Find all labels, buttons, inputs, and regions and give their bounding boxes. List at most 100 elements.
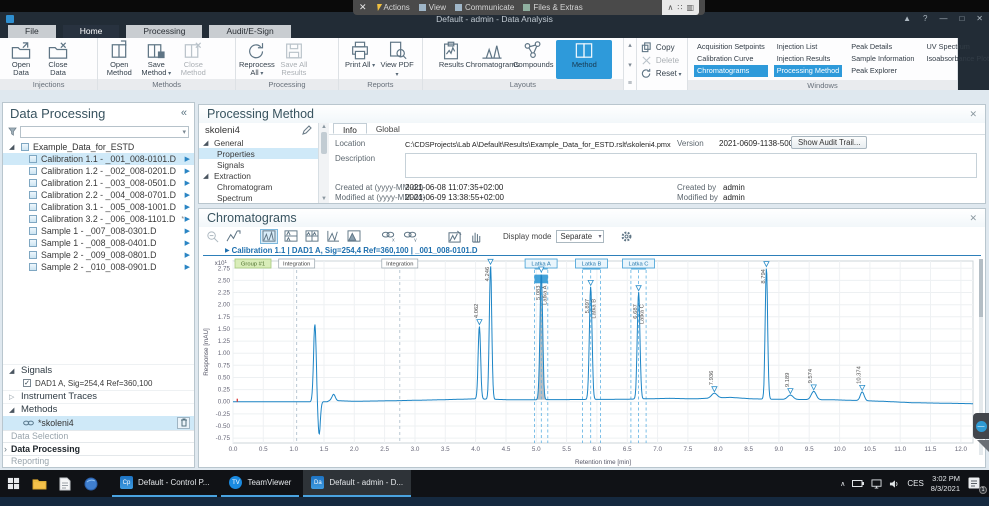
save-all-results-button[interactable]: Save All Results	[276, 40, 312, 79]
tab-audit-esign[interactable]: Audit/E-Sign	[209, 25, 290, 38]
chromatogram-plot[interactable]: -0.75-0.50-0.250.000.250.500.751.001.251…	[201, 257, 981, 472]
reprocess-all-button[interactable]: Reprocess All	[239, 40, 275, 79]
chart-settings-button[interactable]	[619, 229, 634, 244]
tree-item[interactable]: Sample 1 - _008_008-0401.D▶	[3, 237, 194, 249]
methods-section-header[interactable]: ◢ Methods	[3, 403, 194, 416]
link-y-axis-button[interactable]: y	[402, 229, 419, 244]
method-item[interactable]: *skoleni4	[3, 416, 194, 430]
battery-icon[interactable]	[852, 479, 864, 488]
print-all-button[interactable]: Print All	[342, 40, 378, 79]
expand-item-icon[interactable]: ▶	[185, 263, 190, 271]
nav-data-selection[interactable]: Data Selection	[3, 430, 194, 443]
show-audit-trail-button[interactable]: Show Audit Trail...	[791, 136, 867, 149]
zoom-out-button[interactable]	[205, 229, 220, 244]
expand-item-icon[interactable]: ▶	[185, 239, 190, 247]
expand-item-icon[interactable]: ▶	[185, 179, 190, 187]
window-toggle-peak-details[interactable]: Peak Details	[848, 41, 917, 53]
window-toggle-calibration-curve[interactable]: Calibration Curve	[694, 53, 768, 65]
taskbar-app[interactable]: TVTeamViewer	[221, 470, 299, 497]
layout-axes-button[interactable]	[325, 229, 341, 244]
pm-tree-node[interactable]: ◢General	[199, 137, 318, 148]
window-toggle-peak-explorer[interactable]: Peak Explorer	[848, 65, 917, 77]
expander-icon[interactable]: ◢	[203, 172, 211, 180]
expand-item-icon[interactable]: ▶	[185, 155, 190, 163]
pm-tree-node[interactable]: Chromatogram	[199, 181, 318, 192]
description-field[interactable]	[405, 153, 977, 178]
filter-input[interactable]	[20, 126, 189, 138]
maximize-icon[interactable]: □	[959, 14, 964, 23]
display-mode-select[interactable]: Separate	[556, 230, 604, 243]
expand-item-icon[interactable]: ▶	[185, 167, 190, 175]
nav-data-processing[interactable]: Data Processing	[3, 442, 194, 455]
manual-integration-button[interactable]	[469, 229, 484, 244]
taskbar-app[interactable]: CpDefault - Control P...	[112, 470, 217, 497]
more-layouts-icon[interactable]: ≡	[628, 80, 632, 87]
signal-item[interactable]: DAD1 A, Sig=254,4 Ref=360,100	[3, 377, 194, 390]
close-window-icon[interactable]: ✕	[976, 14, 983, 23]
notification-center-button[interactable]: 1	[967, 476, 985, 492]
file-explorer-button[interactable]	[26, 470, 52, 497]
tree-item[interactable]: Calibration 2.1 - _003_008-0501.D▶	[3, 177, 194, 189]
tab-global[interactable]: Global	[367, 123, 409, 134]
tree-item[interactable]: Calibration 3.2 - _006_008-1101.D*▶	[3, 213, 194, 225]
keyboard-layout[interactable]: CES	[907, 479, 923, 488]
speaker-icon[interactable]	[889, 479, 900, 489]
close-data-button[interactable]: Close Data	[40, 40, 76, 79]
tab-file[interactable]: File	[8, 25, 56, 38]
browser-button[interactable]	[78, 470, 104, 497]
close-method-button[interactable]: Close Method	[175, 40, 211, 79]
pm-tree-scrollbar[interactable]: ▲ ▼	[319, 123, 329, 203]
layout-chromatograms-button[interactable]: Chromatograms	[474, 40, 510, 79]
scroll-up-icon[interactable]: ▴	[628, 41, 632, 49]
tree-item[interactable]: Calibration 1.2 - _002_008-0201.D▶	[3, 165, 194, 177]
tree-item[interactable]: Calibration 3.1 - _005_008-1001.D▶	[3, 201, 194, 213]
tree-item[interactable]: Calibration 2.2 - _004_008-0701.D▶	[3, 189, 194, 201]
window-toggle-injection-list[interactable]: Injection List	[774, 41, 842, 53]
nav-reporting[interactable]: Reporting	[3, 455, 194, 468]
layout-overlaid-button[interactable]	[260, 229, 278, 244]
copy-button[interactable]: Copy	[641, 42, 683, 53]
expand-item-icon[interactable]: ▶	[185, 251, 190, 259]
pm-tree-node[interactable]: ◢Extraction	[199, 170, 318, 181]
grip-icon[interactable]: ∷	[677, 3, 682, 12]
delete-button[interactable]: Delete	[641, 55, 683, 66]
pin-icon[interactable]: ▥	[686, 3, 694, 12]
save-method-button[interactable]: Save Method	[138, 40, 174, 79]
tv-view-menu[interactable]: View	[419, 3, 446, 12]
pm-tree-node[interactable]: Properties	[199, 148, 318, 159]
layout-stacked-button[interactable]	[283, 229, 299, 244]
expand-item-icon[interactable]: ▶	[185, 191, 190, 199]
scroll-up-icon[interactable]: ▲	[321, 124, 327, 130]
reset-button[interactable]: Reset	[641, 68, 683, 79]
tv-dock-controls[interactable]: ∧∷▥	[662, 0, 699, 15]
start-button[interactable]	[0, 470, 26, 497]
collapse-panel-icon[interactable]: «	[181, 107, 187, 119]
window-toggle-injection-results[interactable]: Injection Results	[774, 53, 842, 65]
instrument-traces-section-header[interactable]: ▷ Instrument Traces	[3, 390, 194, 403]
tv-files-menu[interactable]: Files & Extras	[523, 3, 582, 12]
link-x-axis-button[interactable]: x	[380, 229, 397, 244]
tree-item[interactable]: Sample 1 - _007_008-0301.D▶	[3, 225, 194, 237]
expand-item-icon[interactable]: ▶	[185, 227, 190, 235]
expander-icon[interactable]: ▷	[9, 393, 17, 401]
pm-tree-node[interactable]: Signals	[199, 159, 318, 170]
hidden-icons-chevron[interactable]: ∧	[840, 480, 845, 488]
open-method-button[interactable]: Open Method	[101, 40, 137, 79]
pin-window-icon[interactable]: ▲	[903, 14, 911, 23]
undo-zoom-button[interactable]	[225, 229, 242, 244]
display-icon[interactable]	[871, 479, 882, 489]
clock[interactable]: 3:02 PM 8/3/2021	[931, 474, 960, 493]
view-pdf-button[interactable]: View PDF	[379, 40, 415, 79]
minimize-icon[interactable]: —	[939, 14, 947, 23]
window-toggle-isoabsorbance-plot[interactable]: Isoabsorbance Plot	[924, 53, 989, 65]
signal-header[interactable]: ▶ Calibration 1.1 | DAD1 A, Sig=254,4 Re…	[203, 245, 981, 256]
scroll-down-icon[interactable]: ▼	[321, 196, 327, 202]
layout-scroller[interactable]: ▴ ▾ ≡	[624, 38, 636, 90]
tree-root[interactable]: ◢ Example_Data_for_ESTD	[3, 140, 194, 153]
teamviewer-edge-handle[interactable]: ―	[973, 413, 989, 439]
expand-item-icon[interactable]: ▶	[185, 215, 190, 223]
scrollbar-thumb[interactable]	[321, 132, 327, 154]
open-data-button[interactable]: Open Data	[3, 40, 39, 79]
annotate-chart-button[interactable]	[447, 229, 464, 244]
window-toggle-uv-spectrum[interactable]: UV Spectrum	[924, 41, 989, 53]
